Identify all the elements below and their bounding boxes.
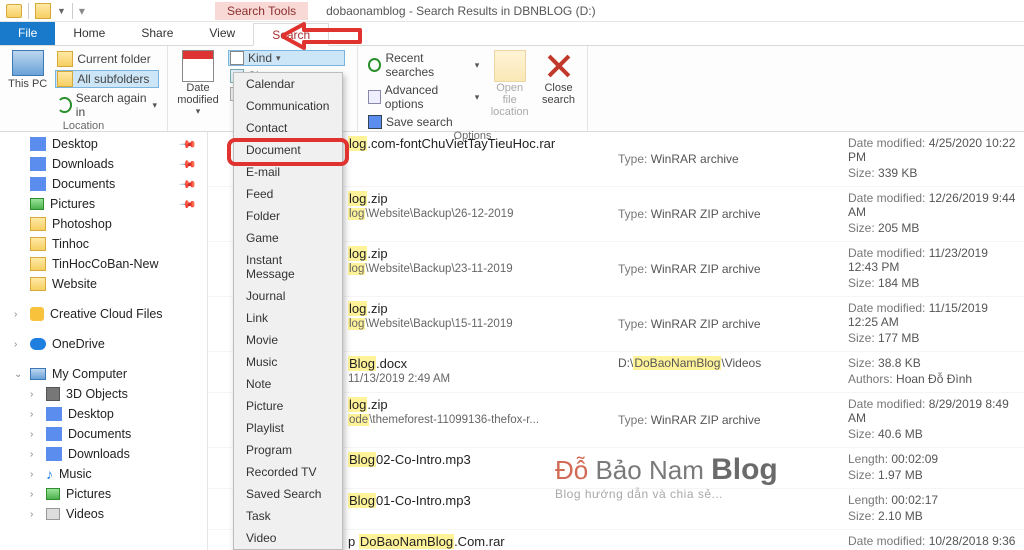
- kind-menu-item[interactable]: Saved Search: [234, 483, 342, 505]
- kind-menu-item[interactable]: Document: [234, 139, 342, 161]
- qat-overflow[interactable]: ▾: [79, 4, 85, 18]
- window-title: dobaonamblog - Search Results in DBNBLOG…: [326, 4, 595, 18]
- current-folder-button[interactable]: Current folder: [55, 50, 159, 68]
- kind-menu-item[interactable]: Video: [234, 527, 342, 549]
- tab-search[interactable]: Search: [253, 23, 329, 46]
- cc-icon: [30, 307, 44, 321]
- open-file-location-button: Open file location: [489, 50, 530, 130]
- folder-icon: [57, 51, 73, 67]
- kind-menu-item[interactable]: Game: [234, 227, 342, 249]
- nav-creative-cloud[interactable]: ›Creative Cloud Files: [0, 304, 207, 324]
- nav-downloads[interactable]: Downloads📌: [0, 154, 207, 174]
- nav-documents[interactable]: Documents📌: [0, 174, 207, 194]
- nav-website[interactable]: Website: [0, 274, 207, 294]
- this-pc-button[interactable]: This PC: [8, 50, 47, 120]
- close-search-button[interactable]: Close search: [538, 50, 579, 130]
- pc-icon: [12, 50, 44, 76]
- date-modified-button[interactable]: Date modified: [176, 50, 220, 117]
- tab-share[interactable]: Share: [123, 22, 191, 45]
- search-again-button[interactable]: Search again in: [55, 90, 159, 120]
- nav-tinhoccoban[interactable]: TinHocCoBan-New: [0, 254, 207, 274]
- quick-access-toolbar: ▼ ▾: [0, 3, 91, 19]
- nav-videos[interactable]: ›Videos: [0, 504, 207, 524]
- tab-home[interactable]: Home: [55, 22, 123, 45]
- nav-documents2[interactable]: ›Documents: [0, 424, 207, 444]
- nav-pictures2[interactable]: ›Pictures: [0, 484, 207, 504]
- nav-my-computer[interactable]: ⌄My Computer: [0, 364, 207, 384]
- kind-menu-item[interactable]: Instant Message: [234, 249, 342, 285]
- kind-menu-item[interactable]: Calendar: [234, 73, 342, 95]
- calendar-icon: [182, 50, 214, 82]
- kind-menu-item[interactable]: Link: [234, 307, 342, 329]
- kind-button[interactable]: Kind: [228, 50, 345, 66]
- refresh-icon: [57, 97, 71, 113]
- cloud-icon: [30, 338, 46, 350]
- close-icon: [543, 50, 575, 82]
- all-subfolders-button[interactable]: All subfolders: [55, 70, 159, 88]
- qat-icon[interactable]: [35, 3, 51, 19]
- nav-desktop2[interactable]: ›Desktop: [0, 404, 207, 424]
- nav-music[interactable]: ›♪Music: [0, 464, 207, 484]
- advanced-options-button[interactable]: Advanced options: [366, 82, 481, 112]
- kind-menu-item[interactable]: Playlist: [234, 417, 342, 439]
- nav-desktop[interactable]: Desktop📌: [0, 134, 207, 154]
- kind-menu-item[interactable]: Recorded TV: [234, 461, 342, 483]
- kind-menu-item[interactable]: Program: [234, 439, 342, 461]
- kind-menu-item[interactable]: Note: [234, 373, 342, 395]
- nav-pictures[interactable]: Pictures📌: [0, 194, 207, 214]
- recent-searches-button[interactable]: Recent searches: [366, 50, 481, 80]
- tab-file[interactable]: File: [0, 22, 55, 45]
- navigation-pane[interactable]: Desktop📌 Downloads📌 Documents📌 Pictures📌…: [0, 132, 208, 550]
- folder-icon: [57, 71, 73, 87]
- qat-dropdown-icon[interactable]: ▼: [57, 6, 66, 16]
- history-icon: [368, 58, 381, 72]
- nav-photoshop[interactable]: Photoshop: [0, 214, 207, 234]
- folder-icon: [6, 4, 22, 18]
- save-search-button[interactable]: Save search: [366, 114, 481, 130]
- contextual-tab-label: Search Tools: [215, 2, 308, 20]
- kind-menu-item[interactable]: E-mail: [234, 161, 342, 183]
- music-icon: ♪: [46, 468, 53, 480]
- nav-downloads2[interactable]: ›Downloads: [0, 444, 207, 464]
- kind-menu-item[interactable]: Folder: [234, 205, 342, 227]
- pc-icon: [30, 368, 46, 380]
- kind-menu-item[interactable]: Music: [234, 351, 342, 373]
- kind-menu-item[interactable]: Contact: [234, 117, 342, 139]
- kind-menu-item[interactable]: Communication: [234, 95, 342, 117]
- kind-menu-item[interactable]: Picture: [234, 395, 342, 417]
- nav-3d-objects[interactable]: ›3D Objects: [0, 384, 207, 404]
- ribbon: This PC Current folder All subfolders Se…: [0, 46, 1024, 132]
- save-icon: [368, 115, 382, 129]
- open-location-icon: [494, 50, 526, 82]
- kind-icon: [230, 51, 244, 65]
- kind-menu-item[interactable]: Journal: [234, 285, 342, 307]
- group-label-location: Location: [8, 120, 159, 134]
- ribbon-tabs: File Home Share View Search: [0, 22, 1024, 46]
- kind-menu-item[interactable]: Feed: [234, 183, 342, 205]
- nav-tinhoc[interactable]: Tinhoc: [0, 234, 207, 254]
- kind-menu-item[interactable]: Task: [234, 505, 342, 527]
- nav-onedrive[interactable]: ›OneDrive: [0, 334, 207, 354]
- title-bar: ▼ ▾ Search Tools dobaonamblog - Search R…: [0, 0, 1024, 22]
- kind-menu-item[interactable]: Movie: [234, 329, 342, 351]
- kind-dropdown-menu[interactable]: CalendarCommunicationContactDocumentE-ma…: [233, 72, 343, 550]
- options-icon: [368, 90, 381, 104]
- tab-view[interactable]: View: [191, 22, 253, 45]
